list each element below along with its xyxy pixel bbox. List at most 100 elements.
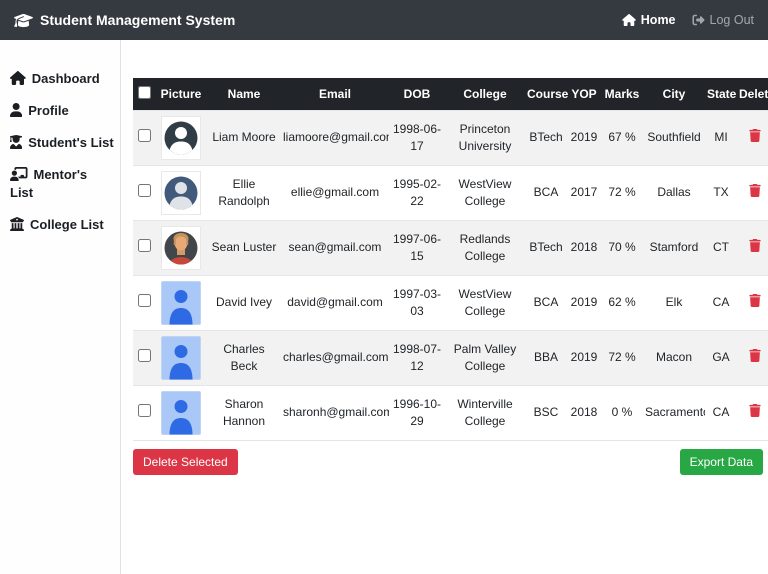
dark-circle-avatar [161, 116, 201, 160]
students-table: Picture Name Email DOB College Course YO… [133, 78, 768, 441]
blue-square-avatar [161, 336, 201, 380]
cell-marks: 72 % [601, 165, 643, 221]
delete-row-icon[interactable] [749, 348, 761, 367]
sidebar-item-dashboard[interactable]: Dashboard [10, 70, 116, 89]
delete-row-icon[interactable] [749, 238, 761, 257]
cell-yop: 2018 [567, 220, 601, 276]
sidebar: Dashboard Profile Student's List Mentor'… [0, 40, 121, 574]
sidebar-item-students-list[interactable]: Student's List [10, 134, 116, 153]
cell-name: Sharon Hannon [207, 385, 281, 441]
cell-course: BBA [525, 330, 567, 386]
header-email: Email [281, 78, 389, 111]
row-checkbox[interactable] [137, 293, 151, 307]
main-content: Picture Name Email DOB College Course YO… [121, 40, 768, 574]
cell-dob: 1998-06-17 [389, 110, 445, 166]
college-icon [10, 217, 24, 232]
cell-city: Sacramento [643, 385, 705, 441]
delete-row-icon[interactable] [749, 293, 761, 312]
cell-state: CT [705, 220, 737, 276]
blue-square-avatar [161, 391, 201, 435]
cell-email: sharonh@gmail.com [281, 385, 389, 441]
home-icon [10, 71, 26, 85]
select-all-checkbox[interactable] [137, 86, 151, 99]
cell-yop: 2019 [567, 330, 601, 386]
cell-email: sean@gmail.com [281, 220, 389, 276]
row-checkbox[interactable] [137, 238, 151, 252]
header-delete: Delete [737, 78, 768, 111]
table-header-row: Picture Name Email DOB College Course YO… [133, 78, 768, 111]
row-checkbox[interactable] [137, 403, 151, 417]
cell-course: BCA [525, 275, 567, 331]
cell-name: Liam Moore [207, 110, 281, 166]
table-actions: Delete Selected Export Data [133, 449, 763, 475]
cell-email: liamoore@gmail.com [281, 110, 389, 166]
cell-college: WestView College [445, 165, 525, 221]
header-state: State [705, 78, 737, 111]
cell-state: CA [705, 385, 737, 441]
table-row: Sharon Hannon sharonh@gmail.com 1996-10-… [133, 385, 768, 441]
mentor-icon [10, 166, 28, 181]
app-brand[interactable]: Student Management System [14, 12, 235, 28]
home-link[interactable]: Home [622, 13, 676, 27]
cell-city: Southfield [643, 110, 705, 166]
row-checkbox[interactable] [137, 128, 151, 142]
cell-marks: 67 % [601, 110, 643, 166]
table-row: Charles Beck charles@gmail.com 1998-07-1… [133, 330, 768, 386]
delete-selected-button[interactable]: Delete Selected [133, 449, 238, 475]
cell-name: David Ivey [207, 275, 281, 331]
row-checkbox[interactable] [137, 348, 151, 362]
cell-college: Winterville College [445, 385, 525, 441]
cell-state: GA [705, 330, 737, 386]
header-yop: YOP [567, 78, 601, 111]
cell-dob: 1996-10-29 [389, 385, 445, 441]
cell-course: BTech [525, 220, 567, 276]
table-row: Liam Moore liamoore@gmail.com 1998-06-17… [133, 110, 768, 166]
cell-yop: 2019 [567, 110, 601, 166]
header-marks: Marks [601, 78, 643, 111]
cell-name: Charles Beck [207, 330, 281, 386]
home-icon [622, 14, 636, 26]
cell-course: BCA [525, 165, 567, 221]
sidebar-label-profile: Profile [28, 102, 69, 118]
sidebar-item-profile[interactable]: Profile [10, 102, 116, 121]
cell-city: Dallas [643, 165, 705, 221]
header-picture: Picture [155, 78, 207, 111]
delete-row-icon[interactable] [749, 403, 761, 422]
cell-college: WestView College [445, 275, 525, 331]
export-data-button[interactable]: Export Data [679, 449, 763, 475]
row-checkbox[interactable] [137, 183, 151, 197]
blue-circle-avatar [161, 171, 201, 215]
cell-dob: 1997-03-03 [389, 275, 445, 331]
cell-state: TX [705, 165, 737, 221]
delete-row-icon[interactable] [749, 128, 761, 147]
sidebar-item-college-list[interactable]: College List [10, 216, 116, 235]
app-title: Student Management System [40, 12, 236, 28]
cell-college: Redlands College [445, 220, 525, 276]
top-navbar: Student Management System Home Log Out [0, 0, 768, 40]
cell-email: david@gmail.com [281, 275, 389, 331]
table-row: Sean Luster sean@gmail.com 1997-06-15 Re… [133, 220, 768, 276]
cell-name: Ellie Randolph [207, 165, 281, 221]
photo-avatar [161, 226, 201, 270]
sign-out-icon [692, 14, 705, 26]
cell-city: Elk [643, 275, 705, 331]
delete-row-icon[interactable] [749, 183, 761, 202]
cell-city: Macon [643, 330, 705, 386]
header-name: Name [207, 78, 281, 111]
cell-marks: 70 % [601, 220, 643, 276]
cell-course: BSC [525, 385, 567, 441]
cell-college: Princeton University [445, 110, 525, 166]
sidebar-item-mentors-list[interactable]: Mentor's List [10, 166, 116, 204]
table-row: Ellie Randolph ellie@gmail.com 1995-02-2… [133, 165, 768, 221]
header-college: College [445, 78, 525, 111]
sidebar-label-college-list: College List [30, 217, 104, 233]
student-icon [10, 134, 23, 149]
cell-state: CA [705, 275, 737, 331]
cell-dob: 1995-02-22 [389, 165, 445, 221]
logout-link[interactable]: Log Out [692, 13, 754, 27]
cell-dob: 1998-07-12 [389, 330, 445, 386]
logout-label: Log Out [709, 13, 754, 27]
cell-state: MI [705, 110, 737, 166]
sidebar-label-students-list: Student's List [28, 134, 114, 150]
header-course: Course [525, 78, 568, 111]
